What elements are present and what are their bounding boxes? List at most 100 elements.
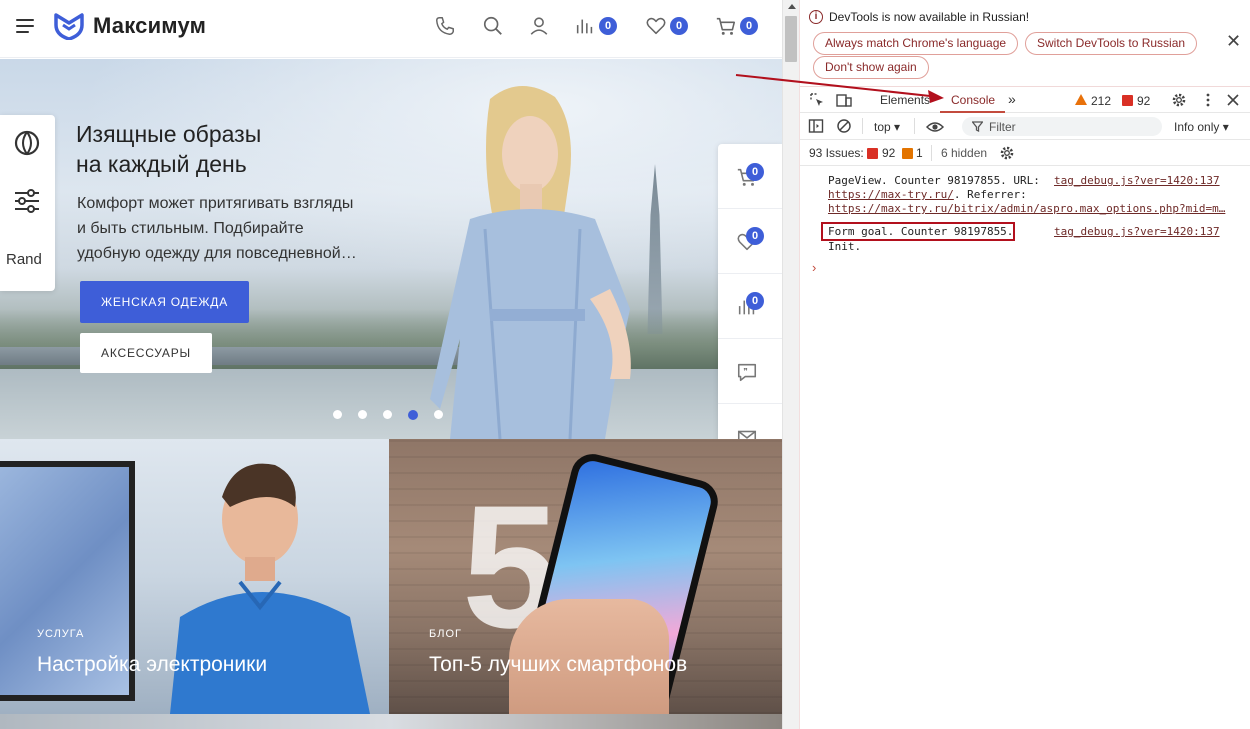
highlight-box bbox=[821, 222, 1015, 241]
match-language-button[interactable]: Always match Chrome's language bbox=[813, 32, 1019, 55]
inspect-element-icon[interactable] bbox=[809, 92, 825, 108]
side-favorites-count: 0 bbox=[746, 227, 764, 245]
hero-sky bbox=[0, 59, 782, 309]
devtools-tabbar: Elements Console » 212 92 bbox=[800, 86, 1250, 113]
console-output[interactable]: PageView. Counter 98197855. URL: tag_deb… bbox=[800, 166, 1250, 729]
console-toolbar: top ▾ Filter Info only ▾ bbox=[800, 114, 1250, 140]
settings-sliders-icon[interactable] bbox=[13, 187, 41, 215]
tab-elements[interactable]: Elements bbox=[880, 93, 930, 107]
language-infobar: i DevTools is now available in Russian! … bbox=[800, 0, 1250, 86]
accessories-button[interactable]: АКСЕССУАРЫ bbox=[80, 333, 212, 373]
device-toolbar-icon[interactable] bbox=[836, 92, 852, 108]
close-infobar-icon[interactable]: ✕ bbox=[1226, 32, 1241, 50]
card-tag: УСЛУГА bbox=[37, 628, 85, 640]
card-title[interactable]: Топ-5 лучших смартфонов bbox=[429, 653, 687, 677]
right-floating-panel: 0 0 0 ❞ bbox=[718, 144, 782, 468]
page-scrollbar[interactable] bbox=[782, 0, 799, 729]
switch-russian-button[interactable]: Switch DevTools to Russian bbox=[1025, 32, 1198, 55]
hero-title: Изящные образы на каждый день bbox=[76, 121, 262, 177]
console-message-line: https://max-try.ru/. Referrer: bbox=[828, 188, 1027, 201]
issues-error-count[interactable]: 92 bbox=[882, 146, 895, 160]
console-url-link[interactable]: https://max-try.ru/ bbox=[828, 188, 954, 201]
console-message-line: PageView. Counter 98197855. URL: bbox=[828, 174, 1040, 187]
devtools-panel: i DevTools is now available in Russian! … bbox=[799, 0, 1250, 729]
infobar-message: DevTools is now available in Russian! bbox=[829, 10, 1030, 24]
issues-bar: 93 Issues: 92 1 6 hidden bbox=[800, 141, 1250, 166]
issues-label[interactable]: 93 Issues: bbox=[809, 146, 864, 160]
errors-count[interactable]: 92 bbox=[1137, 94, 1150, 108]
slider-dot[interactable] bbox=[358, 410, 367, 419]
side-cart-count: 0 bbox=[746, 163, 764, 181]
user-icon[interactable] bbox=[528, 15, 550, 37]
heart-icon[interactable] bbox=[645, 15, 667, 37]
hero-model-image bbox=[430, 85, 631, 439]
cart-icon[interactable] bbox=[715, 15, 737, 37]
kebab-menu-icon[interactable] bbox=[1200, 92, 1216, 108]
website-viewport: Максимум 0 0 0 Изящные образы на каждый … bbox=[0, 0, 782, 729]
phone-icon[interactable] bbox=[434, 15, 456, 37]
sidebar-toggle-icon[interactable] bbox=[808, 118, 824, 134]
filter-input[interactable]: Filter bbox=[962, 117, 1162, 136]
slider-dot[interactable] bbox=[333, 410, 342, 419]
scroll-up-arrow-icon[interactable] bbox=[788, 4, 796, 9]
hero-water bbox=[0, 369, 782, 439]
slider-dot[interactable] bbox=[408, 410, 418, 420]
screen: Максимум 0 0 0 Изящные образы на каждый … bbox=[0, 0, 1250, 729]
blog-card[interactable]: 5 БЛОГ Топ-5 лучших смартфонов bbox=[389, 439, 782, 714]
issue-info-icon bbox=[902, 148, 913, 159]
settings-gear-icon[interactable] bbox=[1171, 92, 1187, 108]
side-cart-button[interactable]: 0 bbox=[718, 144, 782, 209]
womens-clothing-button[interactable]: ЖЕНСКАЯ ОДЕЖДА bbox=[80, 281, 249, 323]
active-tab-underline bbox=[940, 111, 1005, 113]
left-floating-panel: Rand bbox=[0, 115, 55, 291]
site-header: Максимум 0 0 0 bbox=[0, 0, 782, 58]
console-source-link[interactable]: tag_debug.js?ver=1420:137 bbox=[1054, 174, 1220, 187]
hidden-issues-count: 6 hidden bbox=[941, 146, 988, 160]
compare-count-badge: 0 bbox=[599, 17, 617, 35]
issues-settings-gear-icon[interactable] bbox=[999, 145, 1015, 161]
warnings-count[interactable]: 212 bbox=[1091, 94, 1111, 108]
side-compare-button[interactable]: 0 bbox=[718, 274, 782, 339]
slider-dot[interactable] bbox=[434, 410, 443, 419]
logo-icon[interactable] bbox=[54, 12, 84, 40]
log-levels-dropdown[interactable]: Info only ▾ bbox=[1174, 120, 1229, 134]
console-referrer-link[interactable]: https://max-try.ru/bitrix/admin/aspro.ma… bbox=[828, 202, 1225, 215]
clear-console-icon[interactable] bbox=[836, 118, 852, 134]
card-title[interactable]: Настройка электроники bbox=[37, 653, 267, 677]
toolbar-separator bbox=[914, 118, 915, 134]
random-label[interactable]: Rand bbox=[6, 251, 42, 268]
more-tabs-chevron-icon[interactable]: » bbox=[1008, 91, 1016, 107]
brand-circle-icon[interactable] bbox=[13, 129, 41, 157]
slider-dots[interactable] bbox=[333, 410, 443, 420]
favorites-count-badge: 0 bbox=[670, 17, 688, 35]
console-prompt-chevron-icon[interactable]: › bbox=[812, 260, 816, 275]
compare-icon[interactable] bbox=[574, 15, 596, 37]
chat-quote-icon: ❞ bbox=[737, 363, 757, 382]
toolbar-separator bbox=[931, 145, 932, 161]
side-favorites-button[interactable]: 0 bbox=[718, 209, 782, 274]
toolbar-separator bbox=[862, 118, 863, 134]
live-expression-eye-icon[interactable] bbox=[926, 119, 944, 135]
context-selector[interactable]: top ▾ bbox=[874, 120, 900, 134]
console-source-link[interactable]: tag_debug.js?ver=1420:137 bbox=[1054, 225, 1220, 238]
tab-console[interactable]: Console bbox=[951, 93, 995, 107]
menu-burger-icon[interactable] bbox=[16, 19, 34, 33]
side-chat-button[interactable]: ❞ bbox=[718, 339, 782, 404]
cart-count-badge: 0 bbox=[740, 17, 758, 35]
card-tag: БЛОГ bbox=[429, 628, 462, 640]
svg-text:❞: ❞ bbox=[743, 366, 747, 376]
issues-info-count[interactable]: 1 bbox=[916, 146, 923, 160]
error-icon bbox=[1122, 95, 1133, 106]
info-icon: i bbox=[809, 10, 823, 24]
scrollbar-thumb[interactable] bbox=[785, 16, 797, 62]
service-card[interactable]: УСЛУГА Настройка электроники bbox=[0, 439, 389, 714]
console-message-line: Init. bbox=[828, 240, 862, 253]
side-compare-count: 0 bbox=[746, 292, 764, 310]
issue-error-icon bbox=[867, 148, 878, 159]
hero-slider[interactable]: Изящные образы на каждый день Комфорт мо… bbox=[0, 59, 782, 439]
brand-name[interactable]: Максимум bbox=[93, 13, 206, 39]
dont-show-again-button[interactable]: Don't show again bbox=[813, 56, 929, 79]
search-icon[interactable] bbox=[482, 15, 504, 37]
slider-dot[interactable] bbox=[383, 410, 392, 419]
close-devtools-icon[interactable] bbox=[1225, 92, 1241, 108]
